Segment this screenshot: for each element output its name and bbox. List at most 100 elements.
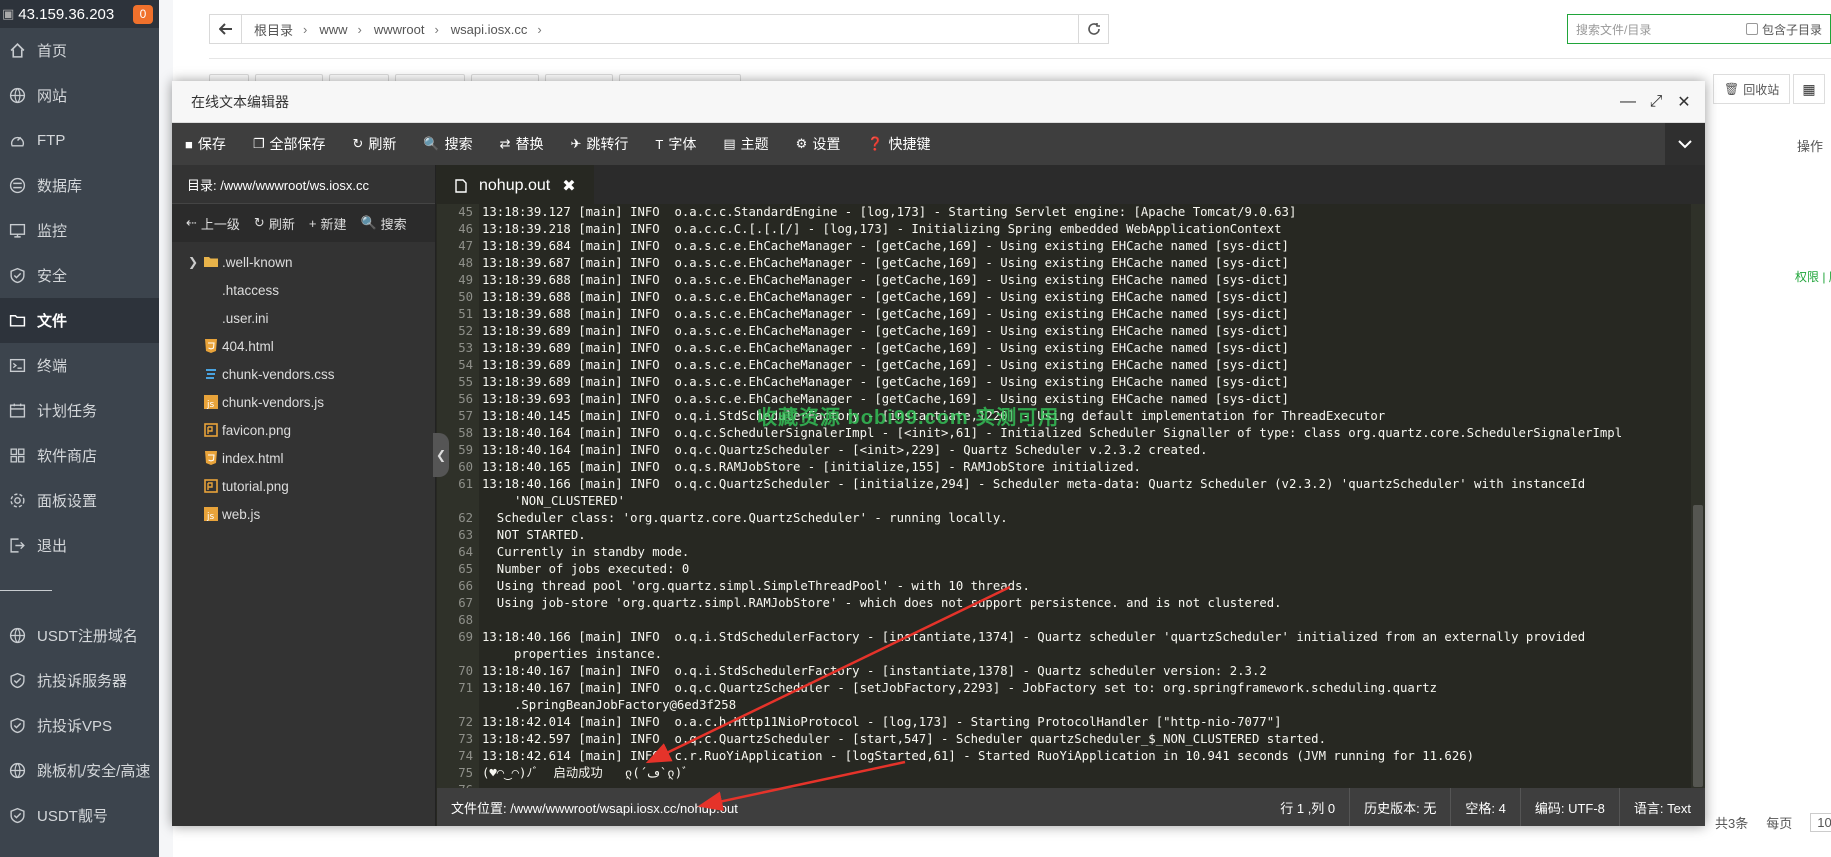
sidebar-item-网站[interactable]: 网站 <box>0 73 159 118</box>
breadcrumb-refresh-icon[interactable] <box>1078 15 1108 43</box>
toolbar-button-theme[interactable]: ▤ 主题 <box>710 123 782 165</box>
grid-icon <box>8 447 26 465</box>
collapse-pane-icon[interactable]: ❮ <box>433 433 449 477</box>
breadcrumb-label: wsapi.iosx.cc <box>450 21 528 37</box>
encoding-setting[interactable]: 编码: UTF-8 <box>1519 788 1619 826</box>
breadcrumb-item[interactable]: www › <box>319 20 362 39</box>
editor-scrollbar[interactable] <box>1691 204 1705 788</box>
dir-action-label: 搜索 <box>380 216 407 232</box>
back-arrow-icon[interactable] <box>210 15 242 43</box>
sidebar-item-面板设置[interactable]: 面板设置 <box>0 478 159 523</box>
line-number: 64 <box>458 545 473 559</box>
sidebar-item-FTP[interactable]: FTP <box>0 118 159 163</box>
code-line: 50 13:18:39.688 [main] INFO o.a.s.c.e.EhC… <box>437 289 1691 306</box>
notification-badge[interactable]: 0 <box>133 4 153 24</box>
include-subdir-checkbox[interactable]: 包含子目录 <box>1745 21 1822 38</box>
breadcrumb-item[interactable]: wsapi.iosx.cc › <box>451 20 542 39</box>
sidebar-item-USDT注册域名[interactable]: USDT注册域名 <box>0 613 159 658</box>
code-editor[interactable]: 45 13:18:39.127 [main] INFO o.a.c.c.Stand… <box>437 204 1691 788</box>
line-text: 13:18:39.688 [main] INFO o.a.s.c.e.EhCac… <box>482 290 1289 304</box>
file-search-box[interactable]: 搜索文件/目录 包含子目录 <box>1567 14 1831 44</box>
tab-label: nohup.out <box>479 176 551 194</box>
checkbox-icon[interactable] <box>1745 23 1758 35</box>
history-version[interactable]: 历史版本: 无 <box>1349 788 1450 826</box>
grid-view-icon[interactable]: ▦ <box>1793 74 1825 104</box>
toolbar-button-search[interactable]: 🔍 搜索 <box>410 123 486 165</box>
sidebar-item-软件商店[interactable]: 软件商店 <box>0 433 159 478</box>
toolbar-button-gear[interactable]: ⚙ 设置 <box>783 123 855 165</box>
toolbar-button-label: 快捷键 <box>888 136 931 152</box>
toolbar-button-replace[interactable]: ⇄ 替换 <box>487 123 558 165</box>
line-text: 13:18:39.689 [main] INFO o.a.s.c.e.EhCac… <box>482 341 1289 355</box>
dir-action-refresh[interactable]: ↻ 刷新 <box>254 214 295 233</box>
sidebar-item-退出[interactable]: 退出 <box>0 523 159 568</box>
tab-close-icon[interactable]: ✖ <box>562 176 575 196</box>
trash-icon: 🗑 <box>1724 82 1740 96</box>
scrollbar-thumb[interactable] <box>1693 505 1703 787</box>
sidebar-item-监控[interactable]: 监控 <box>0 208 159 253</box>
dir-action-search[interactable]: 🔍 搜索 <box>360 214 406 233</box>
ftp-icon <box>8 132 26 150</box>
recycle-bin-button[interactable]: 🗑 回收站 <box>1713 74 1791 104</box>
maximize-icon[interactable]: ⤢ <box>1647 93 1665 111</box>
sidebar-item-抗投诉VPS[interactable]: 抗投诉VPS <box>0 703 159 748</box>
toolbar-button-label: 设置 <box>812 136 841 152</box>
line-text: 13:18:40.166 [main] INFO o.q.i.StdSchedu… <box>482 630 1586 644</box>
sidebar-item-安全[interactable]: 安全 <box>0 253 159 298</box>
minimize-icon[interactable]: — <box>1619 93 1637 111</box>
dir-action-up[interactable]: ⇠ 上一级 <box>186 214 240 233</box>
file-search-input[interactable]: 搜索文件/目录 <box>1576 21 1651 38</box>
sidebar-item-抗投诉服务器[interactable]: 抗投诉服务器 <box>0 658 159 703</box>
sidebar-item-计划任务[interactable]: 计划任务 <box>0 388 159 433</box>
toolbar-button-pin[interactable]: ✈ 跳转行 <box>558 123 643 165</box>
line-text: properties instance. <box>514 647 663 661</box>
tree-folder[interactable]: ❯ .well-known <box>172 248 435 276</box>
per-page-select[interactable]: 100 <box>1810 813 1831 832</box>
tree-file[interactable]: index.html <box>172 444 435 472</box>
chevron-right-icon[interactable]: ❯ <box>188 255 198 269</box>
indent-setting[interactable]: 空格: 4 <box>1450 788 1519 826</box>
globe-icon <box>8 87 26 105</box>
tree-file[interactable]: 404.html <box>172 332 435 360</box>
theme-icon: ▤ <box>723 136 736 151</box>
line-number: 47 <box>458 239 473 253</box>
sidebar-item-文件[interactable]: 文件 <box>0 298 159 343</box>
breadcrumb-item[interactable]: 根目录 › <box>254 20 307 39</box>
close-icon[interactable]: ✕ <box>1675 93 1693 111</box>
toolbar-button-help[interactable]: ❓ 快捷键 <box>854 123 944 165</box>
cursor-position[interactable]: 行 1 ,列 0 <box>1266 788 1349 826</box>
line-text: NOT STARTED. <box>482 528 586 542</box>
tree-file[interactable]: js chunk-vendors.js <box>172 388 435 416</box>
breadcrumb-item[interactable]: wwwroot › <box>374 20 439 39</box>
tree-file[interactable]: tutorial.png <box>172 472 435 500</box>
sidebar-item-数据库[interactable]: 数据库 <box>0 163 159 208</box>
toolbar-button-refresh[interactable]: ↻ 刷新 <box>340 123 411 165</box>
sidebar-item-跳板机/安全/高速[interactable]: 跳板机/安全/高速 <box>0 748 159 793</box>
sidebar-item-USDT靓号[interactable]: USDT靓号 <box>0 793 159 838</box>
chevron-down-icon[interactable] <box>1665 123 1705 165</box>
row-operation-links[interactable]: 权限 | 压缩 | 删除 | 更多 <box>1795 268 1831 285</box>
tree-file[interactable]: favicon.png <box>172 416 435 444</box>
tree-file[interactable]: js web.js <box>172 500 435 528</box>
gear-icon: ⚙ <box>795 136 808 151</box>
sidebar-item-label: FTP <box>37 132 66 149</box>
tree-file[interactable]: .htaccess <box>172 276 435 304</box>
tab-nohup-out[interactable]: nohup.out ✖ <box>437 165 594 204</box>
line-number: 66 <box>458 579 473 593</box>
total-count: 共3条 <box>1715 816 1749 831</box>
dir-action-label: 新建 <box>320 216 347 232</box>
sidebar-item-label: USDT注册域名 <box>37 628 138 645</box>
shield-icon <box>8 807 26 825</box>
sidebar-item-首页[interactable]: 首页 <box>0 28 159 73</box>
language-setting[interactable]: 语言: Text <box>1618 788 1705 826</box>
toolbar-button-save[interactable]: ■ 保存 <box>172 123 240 165</box>
line-number: 75 <box>458 766 473 780</box>
toolbar-button-font[interactable]: T 字体 <box>642 123 710 165</box>
line-text: Scheduler class: 'org.quartz.core.Quartz… <box>482 511 1008 525</box>
sidebar-item-终端[interactable]: 终端 <box>0 343 159 388</box>
editor-toolbar: ■ 保存 ❐ 全部保存 ↻ 刷新 🔍 搜索 ⇄ 替换 ✈ 跳转行 T 字体 ▤ 主题 ⚙ 设置 ❓ 快捷键 <box>172 123 1705 165</box>
dir-action-plus[interactable]: + 新建 <box>309 214 347 233</box>
tree-file[interactable]: chunk-vendors.css <box>172 360 435 388</box>
tree-file[interactable]: .user.ini <box>172 304 435 332</box>
toolbar-button-save-all[interactable]: ❐ 全部保存 <box>240 123 340 165</box>
